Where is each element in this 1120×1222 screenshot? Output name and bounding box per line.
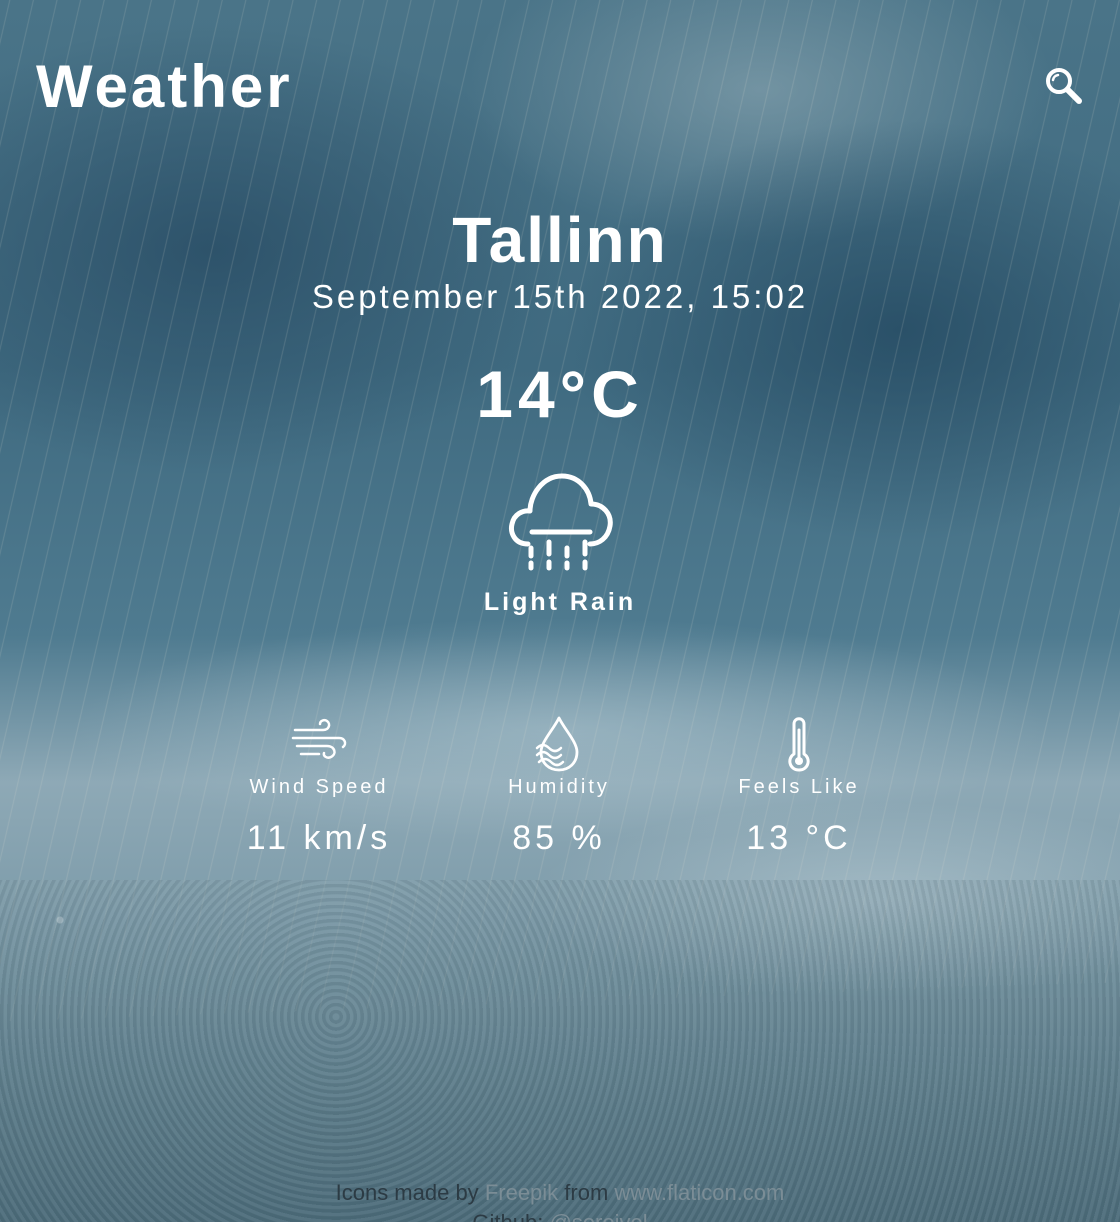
weather-condition: Light Rain <box>483 588 637 616</box>
github-link[interactable]: @sorojvel <box>549 1210 647 1222</box>
wind-speed-value: 11 km/s <box>246 819 392 857</box>
credits-prefix: Icons made by <box>335 1180 479 1205</box>
search-icon <box>1046 68 1082 104</box>
github-credits-line: Github: @sorojvel <box>0 1208 1120 1222</box>
wind-speed-label: Wind Speed <box>249 776 389 798</box>
current-datetime: September 15th 2022, 15:02 <box>311 278 809 315</box>
humidity-icon <box>535 716 579 772</box>
feels-like-label: Feels Like <box>738 776 860 798</box>
cloud-rain-icon <box>509 473 613 571</box>
wind-speed-stat: Wind Speed 11 km/s <box>199 714 439 860</box>
city-name: Tallinn <box>452 204 668 276</box>
wind-icon <box>291 718 347 759</box>
app-title: Weather <box>36 53 293 120</box>
flaticon-link[interactable]: www.flaticon.com <box>614 1180 784 1205</box>
search-button[interactable] <box>1044 66 1084 106</box>
humidity-value: 85 % <box>512 819 606 857</box>
humidity-stat: Humidity 85 % <box>439 714 679 860</box>
wet-ground <box>0 880 1120 1222</box>
github-prefix: Github: <box>472 1210 543 1222</box>
credits-middle: from <box>564 1180 609 1205</box>
footer-credits: Icons made by Freepik from www.flaticon.… <box>0 1178 1120 1222</box>
feels-like-stat: Feels Like 13 °C <box>679 714 919 860</box>
icon-credits-line: Icons made by Freepik from www.flaticon.… <box>0 1178 1120 1208</box>
humidity-label: Humidity <box>508 776 610 798</box>
freepik-link[interactable]: Freepik <box>485 1180 558 1205</box>
thermometer-icon <box>788 717 810 772</box>
feels-like-value: 13 °C <box>746 819 852 857</box>
current-temperature: 14°C <box>476 357 644 431</box>
